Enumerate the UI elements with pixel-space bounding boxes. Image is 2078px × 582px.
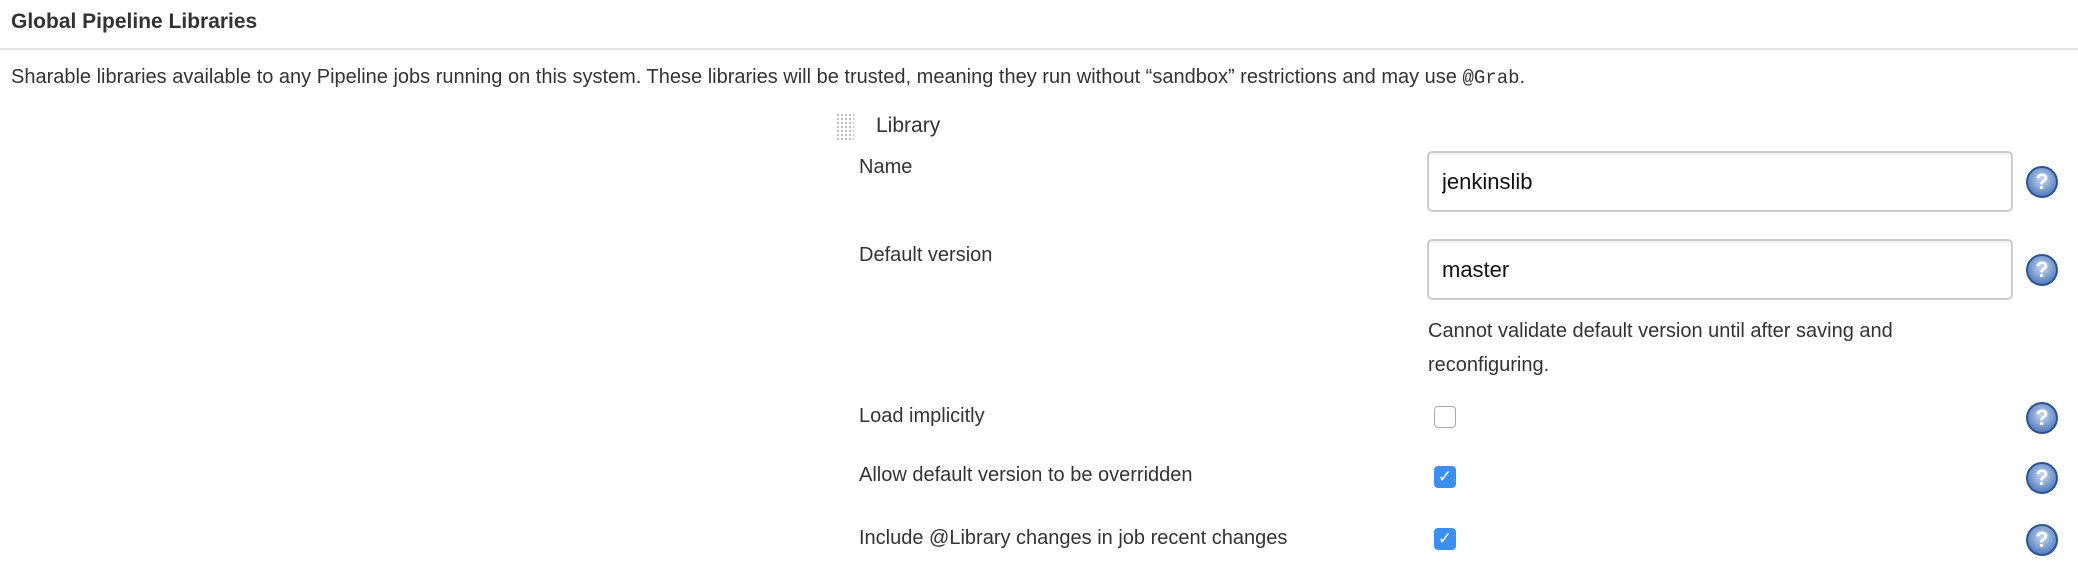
drag-handle-icon[interactable] (836, 113, 854, 141)
allow-override-label: Allow default version to be overridden (859, 464, 1193, 486)
default-version-note: Cannot validate default version until af… (1428, 320, 1893, 376)
description-end: . (1519, 66, 1526, 88)
include-changes-checkbox[interactable]: ✓ (1434, 528, 1456, 550)
load-implicitly-label: Load implicitly (859, 405, 985, 427)
description-text: Sharable libraries available to any Pipe… (11, 66, 1463, 88)
library-header: Library (876, 114, 941, 137)
help-icon[interactable]: ? (2026, 524, 2058, 556)
name-label: Name (859, 156, 913, 178)
include-changes-label: Include @Library changes in job recent c… (859, 527, 1288, 549)
section-description: Sharable libraries available to any Pipe… (11, 66, 1525, 89)
allow-override-checkbox[interactable]: ✓ (1434, 466, 1456, 488)
description-code: @Grab (1462, 67, 1520, 89)
help-icon[interactable]: ? (2026, 402, 2058, 434)
load-implicitly-checkbox[interactable] (1434, 406, 1456, 428)
default-version-label: Default version (859, 244, 993, 266)
help-icon[interactable]: ? (2026, 462, 2058, 494)
help-icon[interactable]: ? (2026, 254, 2058, 286)
default-version-input[interactable] (1427, 239, 2013, 300)
help-icon[interactable]: ? (2026, 166, 2058, 198)
section-title: Global Pipeline Libraries (11, 10, 258, 33)
divider (0, 48, 2078, 50)
name-input[interactable] (1427, 151, 2013, 212)
